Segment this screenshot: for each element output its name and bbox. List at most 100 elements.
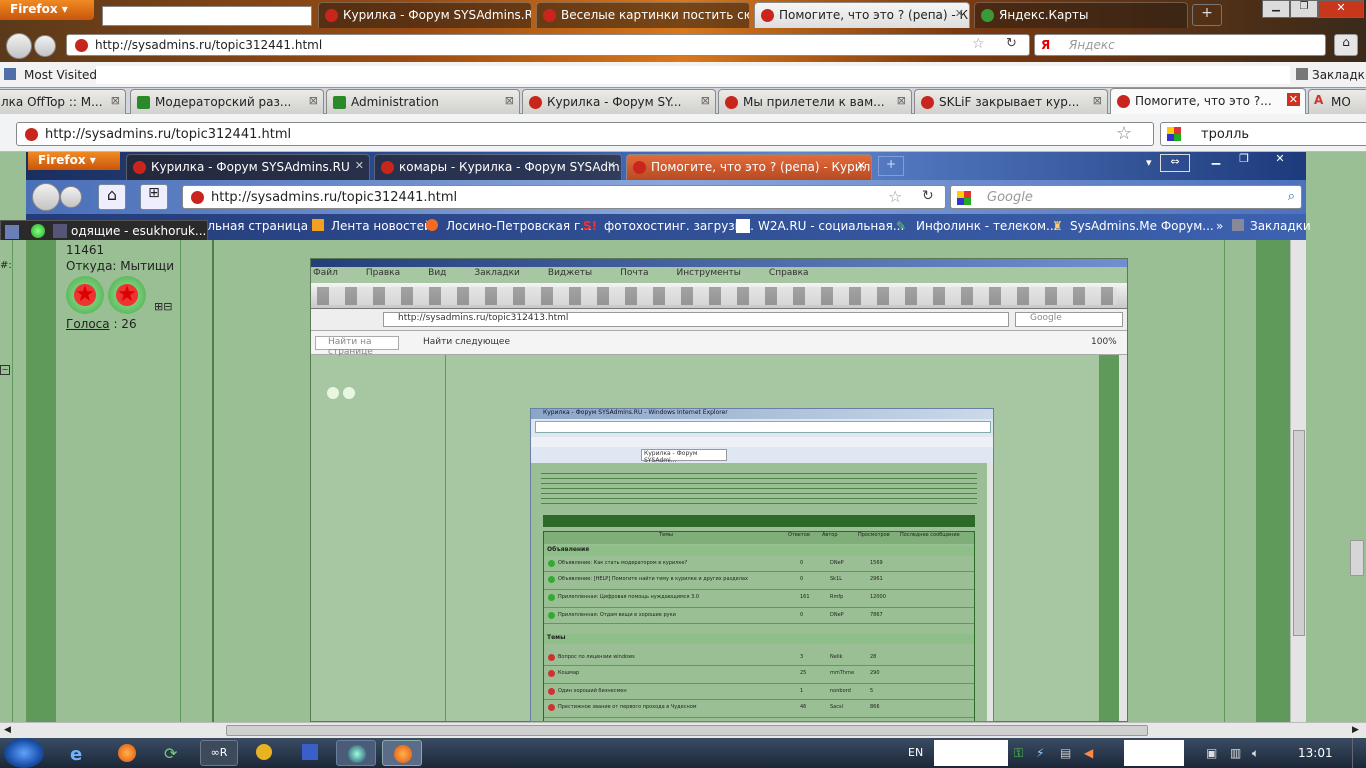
topic-link[interactable]: Один хороший бизнесмен bbox=[558, 688, 627, 694]
reload-icon[interactable]: ↻ bbox=[922, 188, 934, 204]
opera-url[interactable]: http://sysadmins.ru/topic312413.html bbox=[383, 312, 1009, 327]
inner1-tab-1[interactable]: лка OffTop :: М... ⊠ bbox=[0, 89, 126, 115]
inner1-search-bar[interactable]: тролль bbox=[1160, 122, 1366, 146]
opera-menu-item[interactable]: Инструменты bbox=[677, 268, 741, 278]
inner1-tab-4[interactable]: Курилка - Форум SY... ⊠ bbox=[522, 89, 716, 115]
firefox-icon[interactable] bbox=[118, 744, 136, 762]
terminal-icon[interactable]: ∞R bbox=[200, 740, 238, 766]
bookmark-item[interactable]: W2A.RU - социальная... bbox=[758, 219, 904, 233]
author-link[interactable]: DNeP bbox=[830, 612, 844, 618]
new-tab-button[interactable]: + bbox=[1192, 4, 1222, 26]
ie-tab[interactable]: Курилка - Форум SYSAdmi... bbox=[641, 449, 727, 464]
scroll-right-icon[interactable]: ▶ bbox=[1352, 725, 1359, 735]
inner1-tab-3[interactable]: Administration ⊠ bbox=[326, 89, 520, 115]
opera-zoom[interactable]: 100% bbox=[1091, 337, 1117, 347]
close-tab-icon[interactable]: ⊠ bbox=[505, 94, 514, 107]
table-row[interactable]: Престижное звание от первого прохода в Ч… bbox=[544, 700, 974, 718]
collapse-icon[interactable]: − bbox=[0, 365, 10, 375]
table-row[interactable]: Прилепленная: Отдам вещи в хорошие руки 0… bbox=[544, 608, 974, 624]
close-tab-icon[interactable]: ✕ bbox=[955, 7, 964, 20]
bookmarks-menu[interactable]: Закладки bbox=[1312, 68, 1366, 82]
language-indicator[interactable]: EN bbox=[908, 746, 923, 759]
close-tab-icon[interactable]: ⊠ bbox=[309, 94, 318, 107]
inner2-search-bar[interactable]: Google ⌕ bbox=[950, 185, 1302, 209]
tray-icon[interactable]: ◀ bbox=[1084, 746, 1093, 760]
topic-link[interactable]: Престижное звание от первого прохода в Ч… bbox=[558, 704, 697, 710]
close-tab-icon[interactable]: ✕ bbox=[1286, 93, 1300, 106]
table-row[interactable]: Объявление: [HELP] Помогите найти тему в… bbox=[544, 572, 974, 590]
topic-link[interactable]: Объявление: [HELP] Помогите найти тему в… bbox=[558, 576, 788, 582]
close-tab-icon[interactable]: ⊠ bbox=[1093, 94, 1102, 107]
outer-tab-3-active[interactable]: Помогите, что это ? (репа) - К... ✕ bbox=[754, 2, 970, 28]
outer-tab-2[interactable]: Веселые картинки постить сю... bbox=[536, 2, 750, 28]
outer-blank-tab[interactable] bbox=[102, 6, 312, 26]
table-row[interactable]: Вопрос по лицензии windows 3 Nelik 28 bbox=[544, 650, 974, 666]
opera-menu-item[interactable]: Вид bbox=[428, 268, 446, 278]
scrollbar-thumb[interactable] bbox=[226, 725, 1148, 736]
firefox-menu-button[interactable]: Firefox ▾ bbox=[0, 0, 94, 20]
minimize-icon[interactable]: ▁ bbox=[1202, 152, 1230, 170]
inner2-firefox-menu-button[interactable]: Firefox ▾ bbox=[28, 152, 120, 170]
tray-icon[interactable]: ⚿ bbox=[1014, 746, 1023, 761]
ie-icon[interactable]: e bbox=[70, 744, 82, 765]
taskbar-window[interactable] bbox=[336, 740, 376, 766]
opera-scrollbar[interactable] bbox=[1119, 355, 1127, 721]
author-link[interactable]: Sk1L bbox=[830, 576, 842, 582]
outer-tab-4[interactable]: Яндекс.Карты bbox=[974, 2, 1188, 28]
author-link[interactable]: mmThrne bbox=[830, 670, 854, 676]
author-link[interactable]: Rmfp bbox=[830, 594, 843, 600]
scroll-left-icon[interactable]: ◀ bbox=[4, 725, 11, 735]
bookmark-item[interactable]: SysAdmins.Me Форум... bbox=[1070, 219, 1214, 233]
tray-icon[interactable]: ▣ bbox=[1206, 746, 1217, 760]
close-tab-icon[interactable]: ⊠ bbox=[111, 94, 120, 107]
bookmark-star-icon[interactable]: ☆ bbox=[972, 36, 985, 52]
restore-icon[interactable]: ⇔ bbox=[1160, 154, 1190, 172]
app-icon[interactable]: ⟳ bbox=[164, 744, 177, 763]
close-tab-icon[interactable]: ✕ bbox=[857, 159, 866, 172]
inner1-tab-6[interactable]: SKLiF закрывает кур... ⊠ bbox=[914, 89, 1108, 115]
inner2-new-tab-button[interactable]: + bbox=[878, 156, 904, 176]
inner1-tab-2[interactable]: Модераторский раз... ⊠ bbox=[130, 89, 324, 115]
close-window-icon[interactable]: ✕ bbox=[1258, 152, 1302, 170]
bookmark-item[interactable]: Лосино-Петровская г... bbox=[446, 219, 592, 233]
close-window-icon[interactable]: ✕ bbox=[1318, 0, 1364, 18]
forward-icon[interactable] bbox=[60, 186, 82, 208]
close-tab-icon[interactable]: ⊠ bbox=[701, 94, 710, 107]
opera-menu-item[interactable]: Справка bbox=[769, 268, 809, 278]
inner1-url-bar[interactable]: http://sysadmins.ru/topic312441.html bbox=[16, 122, 1154, 146]
maximize-icon[interactable]: ❐ bbox=[1230, 152, 1258, 170]
opera-find-input[interactable]: Найти на странице bbox=[315, 336, 399, 357]
topic-link[interactable]: Прилепленная: Цифровая помощь нуждающимс… bbox=[558, 594, 699, 600]
bookmark-item[interactable]: Инфолинк - телеком... bbox=[916, 219, 1057, 233]
back-icon[interactable] bbox=[32, 183, 60, 211]
ie-new-topic-button[interactable] bbox=[543, 515, 975, 527]
outer-tab-1[interactable]: Курилка - Форум SYSAdmins.RU bbox=[318, 2, 532, 28]
votes-link[interactable]: Голоса bbox=[66, 317, 110, 331]
start-button[interactable] bbox=[4, 738, 44, 768]
list-tabs-icon[interactable]: ▾ bbox=[1146, 156, 1152, 169]
bookmark-item[interactable]: фотохостинг. загрузи... bbox=[604, 219, 754, 233]
close-tab-icon[interactable]: ✕ bbox=[607, 159, 616, 172]
bookmarks-menu[interactable]: Закладки bbox=[1250, 219, 1311, 233]
inner2-url-bar[interactable]: http://sysadmins.ru/topic312441.html bbox=[182, 185, 946, 209]
author-link[interactable]: DNeP bbox=[830, 560, 844, 566]
most-visited-link[interactable]: Most Visited bbox=[24, 68, 97, 82]
topic-link[interactable]: Кошмар bbox=[558, 670, 579, 676]
opera-search[interactable]: Google bbox=[1015, 312, 1123, 327]
tabgroups-icon[interactable]: ⊞ bbox=[140, 184, 168, 210]
inner1-tab-5[interactable]: Мы прилетели к вам... ⊠ bbox=[718, 89, 912, 115]
network-icon[interactable]: ▥ bbox=[1230, 746, 1241, 760]
app-icon[interactable] bbox=[302, 744, 318, 760]
author-link[interactable]: nonbord bbox=[830, 688, 851, 694]
page-scrollbar[interactable] bbox=[1290, 240, 1306, 722]
inner2-tab-3-active[interactable]: Помогите, что это ? (репа) - Курилк... ✕ bbox=[626, 154, 872, 180]
ie-scrollbar[interactable] bbox=[987, 463, 993, 721]
minimize-icon[interactable]: ▁ bbox=[1262, 0, 1290, 18]
topic-link[interactable]: Объявление: Как стать модератором в кури… bbox=[558, 560, 687, 566]
home-icon[interactable]: ⌂ bbox=[1334, 34, 1358, 56]
back-icon[interactable] bbox=[6, 33, 32, 59]
table-row[interactable]: Объявление: Как стать модератором в кури… bbox=[544, 556, 974, 572]
table-row[interactable]: Прилепленная: Цифровая помощь нуждающимс… bbox=[544, 590, 974, 608]
search-icon[interactable]: ⌕ bbox=[1288, 189, 1295, 204]
bookmark-item[interactable]: альная страница bbox=[200, 219, 308, 233]
